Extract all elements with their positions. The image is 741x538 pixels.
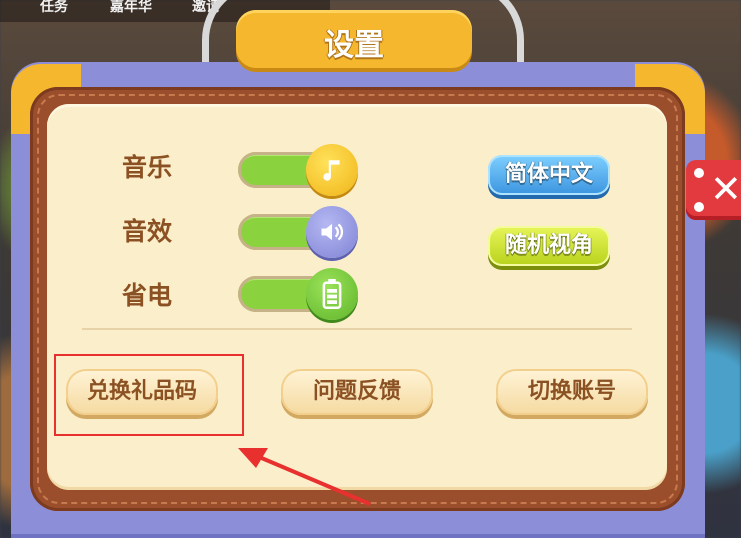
music-note-icon[interactable] (306, 144, 358, 196)
language-button[interactable]: 简体中文 (488, 155, 610, 195)
pointer-arrow-icon (238, 448, 371, 506)
random-camera-button[interactable]: 随机视角 (488, 226, 610, 266)
switch-account-button[interactable]: 切换账号 (496, 369, 648, 415)
music-label: 音乐 (122, 153, 173, 182)
power-saving-label: 省电 (122, 281, 173, 310)
close-icon: ✕ (710, 167, 741, 211)
speaker-icon[interactable] (306, 206, 358, 258)
nav-item-carnival[interactable]: 嘉年华 (110, 0, 152, 16)
divider (82, 328, 632, 330)
nav-item-tasks[interactable]: 任务 (40, 0, 68, 16)
close-button[interactable]: ✕ (686, 160, 741, 220)
battery-icon[interactable] (306, 268, 358, 320)
dialog-title-bar: 设置 (236, 10, 472, 68)
feedback-button[interactable]: 问题反馈 (281, 369, 433, 415)
dialog-title: 设置 (324, 28, 384, 63)
highlight-box (54, 354, 244, 436)
sound-effects-label: 音效 (122, 217, 173, 246)
